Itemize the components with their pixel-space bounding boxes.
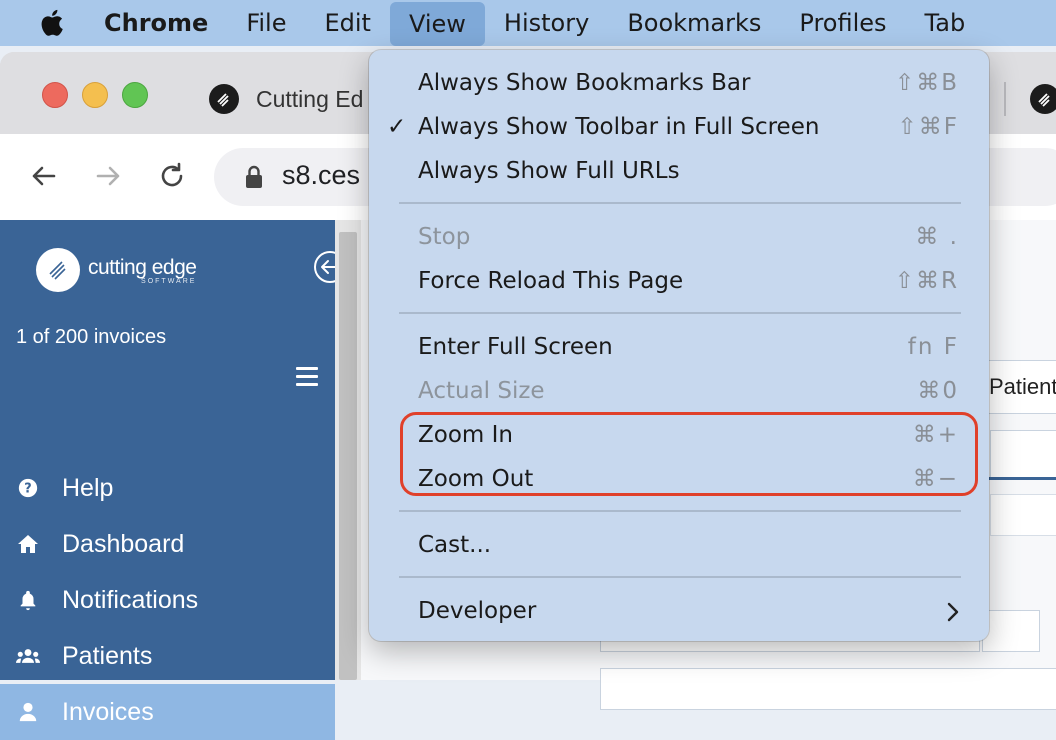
menu-item-always-show-full-urls[interactable]: Always Show Full URLs	[369, 150, 989, 194]
menu-item-cast[interactable]: Cast...	[369, 524, 989, 568]
menu-view[interactable]: View	[389, 2, 485, 46]
menu-item-developer[interactable]: Developer	[369, 590, 989, 634]
url-text[interactable]: s8.ces	[282, 160, 360, 191]
app-sidebar: cutting edge SOFTWARE 1 of 200 invoices …	[0, 220, 346, 740]
menu-item-stop: Stop ⌘ .	[418, 224, 959, 250]
menu-file[interactable]: File	[227, 0, 305, 46]
form-field[interactable]	[600, 668, 1056, 710]
sidebar-item-patients[interactable]: Patients	[0, 628, 335, 684]
tab-divider	[1004, 82, 1006, 116]
sidebar-item-label: Notifications	[62, 585, 199, 614]
tab-underline	[980, 477, 1056, 480]
tab-title[interactable]: Cutting Ed	[256, 86, 363, 113]
sidebar-item-label: Patients	[62, 641, 153, 670]
menu-separator	[399, 510, 961, 512]
logo-subtitle: SOFTWARE	[141, 277, 197, 285]
menu-bookmarks[interactable]: Bookmarks	[608, 0, 780, 46]
invoice-counter: 1 of 200 invoices	[16, 326, 167, 348]
menu-separator	[399, 576, 961, 578]
shortcut-label: ⇧⌘F	[897, 114, 959, 140]
second-tab-favicon-icon[interactable]	[1030, 84, 1056, 114]
home-icon	[16, 532, 40, 556]
users-icon	[16, 644, 40, 668]
menu-item-actual-size: Actual Size ⌘0	[418, 378, 959, 404]
forward-arrow-icon[interactable]	[88, 156, 128, 196]
menu-chrome[interactable]: Chrome	[104, 0, 227, 46]
zoom-highlight-annotation	[400, 412, 978, 496]
sidebar-item-invoices[interactable]: Invoices	[0, 684, 335, 740]
checkmark-icon: ✓	[387, 114, 407, 140]
sidebar-item-label: Help	[62, 473, 114, 502]
logo-mark-icon	[36, 248, 80, 292]
menu-separator	[399, 202, 961, 204]
user-icon	[16, 700, 40, 724]
chevron-right-icon	[947, 602, 959, 622]
view-menu: Always Show Bookmarks Bar ⇧⌘B ✓ Always S…	[369, 50, 989, 641]
sidebar-item-notifications[interactable]: Notifications	[0, 572, 335, 628]
sidebar-item-dashboard[interactable]: Dashboard	[0, 516, 335, 572]
shortcut-label: ⇧⌘R	[894, 268, 959, 294]
form-field[interactable]	[990, 430, 1056, 478]
menu-item-force-reload[interactable]: Force Reload This Page ⇧⌘R	[369, 260, 989, 304]
shortcut-label: ⌘ .	[915, 224, 959, 250]
menu-separator	[399, 312, 961, 314]
shortcut-label: fn F	[907, 334, 959, 360]
bell-icon	[16, 588, 40, 612]
menu-history[interactable]: History	[485, 0, 608, 46]
close-window-button[interactable]	[42, 82, 68, 108]
menu-item-always-show-bookmarks-bar[interactable]: Always Show Bookmarks Bar ⇧⌘B	[369, 62, 989, 106]
menu-item-always-show-toolbar[interactable]: ✓ Always Show Toolbar in Full Screen ⇧⌘F	[369, 106, 989, 150]
shortcut-label: ⇧⌘B	[894, 70, 959, 96]
menu-edit[interactable]: Edit	[305, 0, 389, 46]
sidebar-item-label: Invoices	[62, 697, 154, 726]
macos-menu-bar: Chrome File Edit View History Bookmarks …	[0, 0, 1056, 46]
fullscreen-window-button[interactable]	[122, 82, 148, 108]
app-logo[interactable]: cutting edge SOFTWARE	[36, 248, 197, 292]
hamburger-menu-icon[interactable]	[296, 367, 318, 386]
lock-icon[interactable]	[242, 164, 266, 190]
form-field[interactable]	[990, 494, 1056, 536]
reload-icon[interactable]	[152, 156, 192, 196]
shortcut-label: ⌘0	[917, 378, 959, 404]
logo-name: cutting edge	[88, 255, 197, 279]
sidebar-item-help[interactable]: ? Help	[0, 460, 335, 516]
form-field[interactable]	[982, 610, 1040, 652]
sidebar-item-label: Dashboard	[62, 529, 185, 558]
site-favicon-icon	[209, 84, 239, 114]
menu-item-enter-full-screen[interactable]: Enter Full Screen fn F	[369, 326, 989, 370]
sidebar-scrollbar[interactable]	[335, 220, 361, 680]
svg-text:?: ?	[24, 482, 31, 497]
back-arrow-icon[interactable]	[24, 156, 64, 196]
menu-profiles[interactable]: Profiles	[780, 0, 905, 46]
minimize-window-button[interactable]	[82, 82, 108, 108]
help-icon: ?	[16, 476, 40, 500]
apple-icon[interactable]	[36, 6, 70, 40]
tab-patient-details[interactable]: Patient D	[980, 360, 1056, 414]
menu-tab[interactable]: Tab	[906, 0, 985, 46]
